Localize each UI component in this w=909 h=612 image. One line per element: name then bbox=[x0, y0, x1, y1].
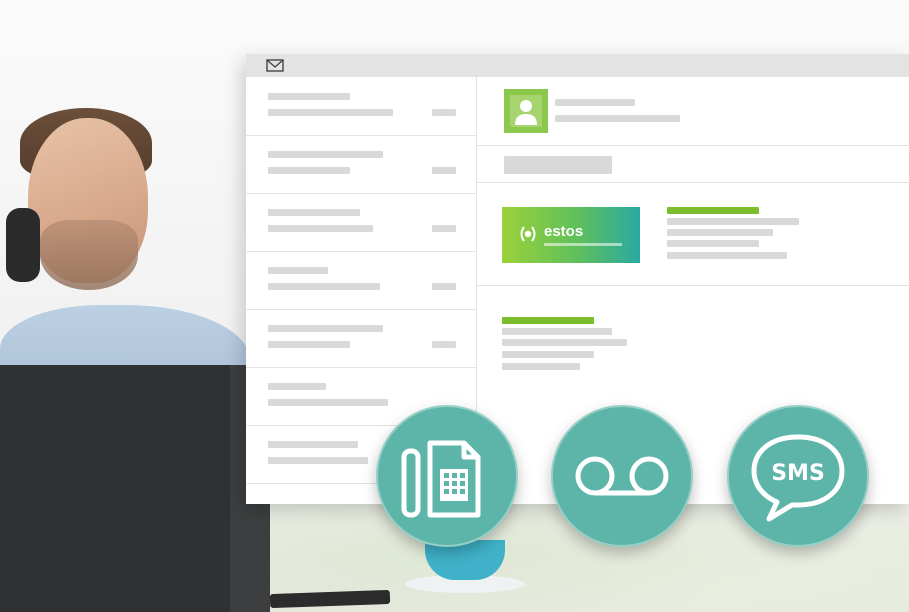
text-placeholder bbox=[667, 229, 773, 236]
company-logo: estos bbox=[502, 207, 640, 263]
text-placeholder bbox=[268, 225, 373, 232]
text-placeholder bbox=[268, 167, 350, 174]
logo-text: estos bbox=[544, 223, 584, 240]
list-item[interactable] bbox=[246, 135, 476, 194]
sms-label: SMS bbox=[771, 461, 825, 486]
text-placeholder bbox=[268, 383, 326, 390]
text-placeholder bbox=[268, 457, 368, 464]
text-placeholder bbox=[667, 218, 799, 225]
text-placeholder bbox=[432, 225, 456, 232]
mail-icon bbox=[266, 59, 284, 72]
text-placeholder bbox=[268, 325, 383, 332]
fax-button[interactable] bbox=[376, 405, 518, 547]
window-titlebar bbox=[246, 54, 909, 77]
person-with-headset bbox=[0, 100, 260, 415]
text-placeholder bbox=[268, 209, 360, 216]
text-placeholder bbox=[268, 441, 358, 448]
text-placeholder bbox=[555, 99, 635, 106]
text-placeholder bbox=[502, 351, 594, 358]
list-item[interactable] bbox=[246, 77, 476, 136]
text-placeholder bbox=[268, 283, 380, 290]
estos-logo-icon bbox=[520, 226, 536, 242]
text-placeholder bbox=[502, 328, 612, 335]
text-placeholder bbox=[502, 363, 580, 370]
text-placeholder bbox=[432, 283, 456, 290]
list-item[interactable] bbox=[246, 251, 476, 310]
detail-heading-placeholder bbox=[504, 156, 612, 174]
divider bbox=[477, 145, 909, 146]
list-item[interactable] bbox=[246, 193, 476, 252]
text-placeholder bbox=[502, 339, 627, 346]
text-placeholder bbox=[268, 341, 350, 348]
sms-button[interactable]: SMS bbox=[727, 405, 869, 547]
sms-icon: SMS bbox=[751, 434, 845, 522]
text-placeholder bbox=[667, 240, 759, 247]
divider bbox=[477, 182, 909, 183]
person-beard bbox=[40, 220, 138, 290]
text-placeholder bbox=[268, 151, 383, 158]
highlight-text-placeholder bbox=[667, 207, 759, 214]
person-icon bbox=[510, 95, 542, 127]
voicemail-icon bbox=[575, 456, 669, 496]
text-placeholder bbox=[432, 109, 456, 116]
text-placeholder bbox=[268, 109, 393, 116]
fax-icon bbox=[401, 440, 481, 518]
text-placeholder bbox=[667, 252, 787, 259]
text-placeholder bbox=[268, 93, 350, 100]
voicemail-button[interactable] bbox=[551, 405, 693, 547]
divider bbox=[477, 285, 909, 286]
text-placeholder bbox=[268, 267, 328, 274]
text-placeholder bbox=[432, 167, 456, 174]
logo-tagline bbox=[544, 243, 622, 246]
highlight-text-placeholder bbox=[502, 317, 594, 324]
headset bbox=[6, 208, 40, 282]
text-placeholder bbox=[268, 399, 388, 406]
list-item[interactable] bbox=[246, 309, 476, 368]
text-placeholder bbox=[432, 341, 456, 348]
contact-avatar bbox=[504, 89, 548, 133]
text-placeholder bbox=[555, 115, 680, 122]
